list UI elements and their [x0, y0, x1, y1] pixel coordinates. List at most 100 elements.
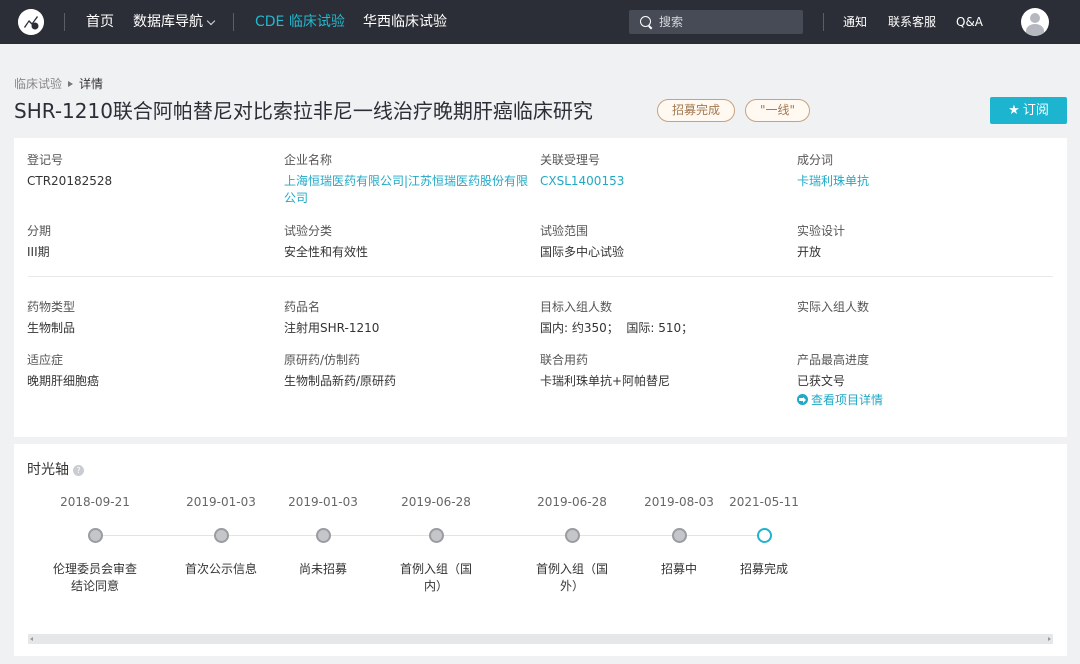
subscribe-label: 订阅	[1022, 103, 1049, 118]
timeline-node[interactable]	[315, 528, 331, 543]
horizontal-scrollbar[interactable]	[28, 634, 1053, 644]
field-ingredient: 成分词 卡瑞利珠单抗	[797, 152, 1047, 190]
field-value: 生物制品	[27, 321, 76, 335]
scroll-right-icon[interactable]	[1048, 637, 1051, 641]
view-project-detail-link[interactable]: 查看项目详情	[797, 392, 1047, 409]
field-value: III期	[27, 245, 50, 259]
field-target-enroll: 目标入组人数 国内: 约350； 国际: 510；	[540, 299, 790, 337]
timeline-label: 招募中	[660, 562, 697, 576]
ingredient-link[interactable]: 卡瑞利珠单抗	[797, 173, 1047, 190]
nav-database[interactable]: 数据库导航	[133, 0, 216, 44]
field-progress: 产品最高进度 已获文号 查看项目详情	[797, 352, 1047, 409]
field-value: 开放	[797, 245, 822, 259]
field-drug-type: 药物类型 生物制品	[27, 299, 277, 337]
search-icon[interactable]	[640, 16, 651, 27]
field-label: 实际入组人数	[797, 300, 870, 314]
nav-home[interactable]: 首页	[86, 0, 114, 44]
timeline-date: 2019-06-28	[537, 495, 607, 509]
timeline-label: 首例入组（国外）	[535, 562, 608, 593]
field-label: 试验分类	[284, 224, 333, 238]
nav-cde-trials[interactable]: CDE 临床试验	[255, 0, 345, 44]
nav-divider	[233, 13, 234, 31]
qa-link[interactable]: Q&A	[956, 0, 983, 44]
timeline-node[interactable]	[87, 528, 103, 543]
timeline-node-current[interactable]	[756, 528, 772, 543]
field-reg-no: 登记号 CTR20182528	[27, 152, 277, 190]
subscribe-button[interactable]: ★ 订阅	[990, 97, 1067, 124]
field-label: 实验设计	[797, 224, 846, 238]
top-navbar: 首页 数据库导航 CDE 临床试验 华西临床试验 通知 联系客服 Q&A	[0, 0, 1080, 44]
field-phase: 分期 III期	[27, 223, 277, 261]
field-value: 国内: 约350； 国际: 510；	[540, 321, 694, 335]
timeline-node[interactable]	[428, 528, 444, 543]
field-indication: 适应症 晚期肝细胞癌	[27, 352, 277, 390]
field-actual-enroll: 实际入组人数	[797, 299, 1047, 320]
timeline-node[interactable]	[564, 528, 580, 543]
nav-home-label: 首页	[86, 14, 114, 30]
support-label: 联系客服	[888, 15, 937, 29]
field-value: 生物制品新药/原研药	[284, 374, 397, 388]
question-circle-icon[interactable]: ?	[73, 465, 84, 476]
nav-huaxi-label: 华西临床试验	[363, 14, 447, 30]
support-link[interactable]: 联系客服	[888, 0, 936, 44]
timeline-node[interactable]	[671, 528, 687, 543]
page-title: SHR-1210联合阿帕替尼对比索拉非尼一线治疗晚期肝癌临床研究	[14, 99, 593, 123]
field-label: 药物类型	[27, 300, 76, 314]
brand-logo-icon[interactable]	[18, 9, 44, 35]
timeline-label: 首次公示信息	[184, 562, 257, 576]
field-origin: 原研药/仿制药 生物制品新药/原研药	[284, 352, 534, 390]
status-tag-line: "一线"	[745, 99, 811, 122]
accept-no-link[interactable]: CXSL1400153	[540, 173, 790, 190]
timeline-date: 2018-09-21	[60, 495, 130, 509]
timeline-date: 2019-06-28	[401, 495, 471, 509]
breadcrumb-parent-link[interactable]: 临床试验	[14, 77, 62, 91]
field-category: 试验分类 安全性和有效性	[284, 223, 534, 261]
field-label: 成分词	[797, 153, 834, 167]
field-label: 适应症	[27, 353, 64, 367]
field-value: 国际多中心试验	[540, 245, 625, 259]
breadcrumb-current: 详情	[79, 77, 104, 91]
field-label: 关联受理号	[540, 153, 601, 167]
field-value: 已获文号	[797, 374, 846, 388]
view-project-detail-label: 查看项目详情	[811, 393, 884, 407]
field-label: 联合用药	[540, 353, 589, 367]
trial-info-card: 登记号 CTR20182528 企业名称 上海恒瑞医药有限公司|江苏恒瑞医药股份…	[14, 138, 1067, 437]
field-value: 安全性和有效性	[284, 245, 369, 259]
field-label: 药品名	[284, 300, 321, 314]
timeline-label: 伦理委员会审查结论同意	[52, 562, 137, 593]
breadcrumb: 临床试验 详情	[14, 75, 103, 92]
company-link[interactable]: 上海恒瑞医药有限公司|江苏恒瑞医药股份有限公司	[284, 173, 529, 207]
user-avatar-icon[interactable]	[1021, 8, 1049, 36]
qa-label: Q&A	[956, 15, 984, 29]
nav-divider	[823, 13, 824, 31]
field-scope: 试验范围 国际多中心试验	[540, 223, 790, 261]
field-design: 实验设计 开放	[797, 223, 1047, 261]
scroll-left-icon[interactable]	[30, 637, 33, 641]
field-value: 卡瑞利珠单抗+阿帕替尼	[540, 374, 671, 388]
avatar-body	[1026, 24, 1044, 36]
field-drug-name: 药品名 注射用SHR-1210	[284, 299, 534, 337]
field-company: 企业名称 上海恒瑞医药有限公司|江苏恒瑞医药股份有限公司	[284, 152, 529, 207]
notification-link[interactable]: 通知	[843, 0, 867, 44]
timeline-label: 尚未招募	[298, 562, 347, 576]
search-input[interactable]	[659, 13, 794, 31]
field-value: CTR20182528	[27, 174, 113, 188]
search-box[interactable]	[629, 10, 803, 34]
timeline-title-text: 时光轴	[27, 462, 69, 478]
field-label: 企业名称	[284, 153, 333, 167]
star-icon: ★	[1008, 103, 1020, 118]
timeline-node[interactable]	[213, 528, 229, 543]
field-value: 晚期肝细胞癌	[27, 374, 100, 388]
field-value: 注射用SHR-1210	[284, 321, 380, 335]
field-label: 登记号	[27, 153, 64, 167]
field-label: 目标入组人数	[540, 300, 613, 314]
breadcrumb-arrow-icon	[68, 81, 74, 87]
field-label: 产品最高进度	[797, 353, 870, 367]
section-divider	[28, 276, 1053, 277]
timeline-label: 招募完成	[739, 562, 788, 576]
nav-cde-label: CDE 临床试验	[255, 14, 345, 30]
field-label: 分期	[27, 224, 52, 238]
timeline-date: 2019-01-03	[186, 495, 256, 509]
nav-huaxi-trials[interactable]: 华西临床试验	[363, 0, 447, 44]
timeline-date: 2021-05-11	[729, 495, 799, 509]
